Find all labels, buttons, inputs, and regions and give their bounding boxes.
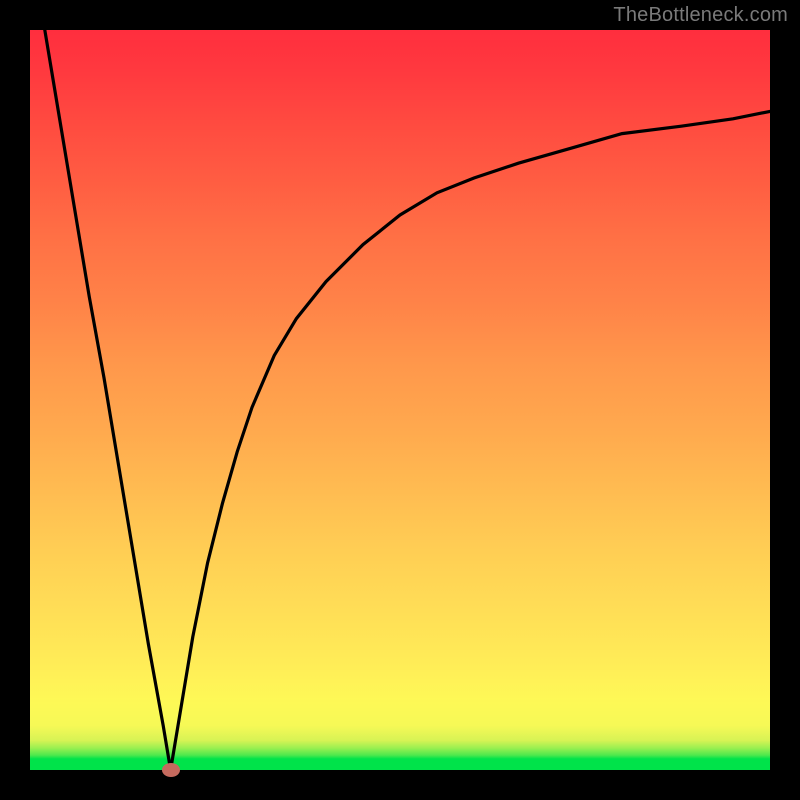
watermark-text: TheBottleneck.com [613,4,788,27]
vertex-marker [162,763,180,777]
chart-curve [30,30,770,770]
curve-right-branch [171,111,770,770]
chart-frame [30,30,770,770]
curve-left-branch [45,30,171,770]
